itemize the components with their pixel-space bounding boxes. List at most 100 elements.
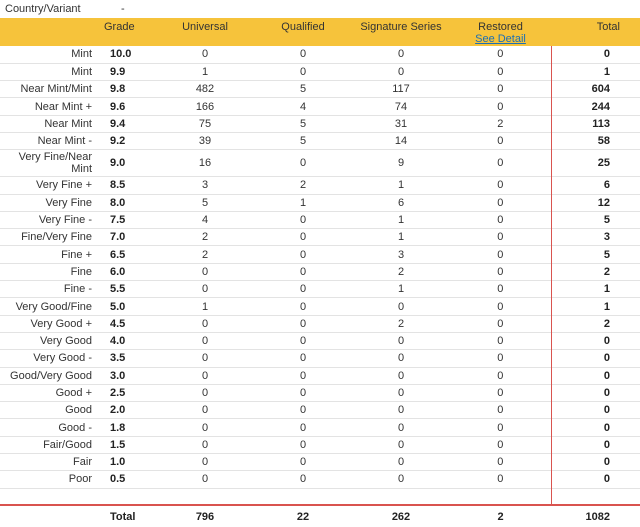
total-count: 58	[550, 132, 640, 150]
signature-series-count: 0	[397, 369, 405, 382]
totals-row: Total 796 22 262 2 1082	[0, 505, 640, 527]
signature-series-count: 0	[397, 65, 405, 78]
universal-count: 0	[201, 265, 209, 278]
grade-name: Fair	[73, 456, 92, 469]
signature-series-count: 0	[397, 386, 405, 399]
grade-value: 3.5	[110, 352, 126, 365]
restored-count: 0	[497, 473, 504, 486]
table-row: Fair/Good 1.5 0 0 0 0 0	[0, 436, 640, 454]
restored-count: 0	[497, 369, 504, 382]
qualified-count: 0	[299, 65, 307, 78]
totals-universal: 796	[195, 510, 215, 523]
restored-count: 0	[497, 456, 504, 469]
grade-value: 8.0	[110, 196, 126, 209]
signature-series-count: 0	[397, 352, 405, 365]
grade-value: 9.2	[110, 135, 126, 148]
grade-name: Fine +	[61, 248, 92, 261]
qualified-count: 0	[299, 369, 307, 382]
table-row: Very Good 4.0 0 0 0 0 0	[0, 332, 640, 350]
grade-value: 9.0	[110, 157, 126, 170]
universal-count: 0	[201, 335, 209, 348]
total-count: 1	[550, 280, 640, 298]
signature-series-count: 2	[397, 317, 405, 330]
grade-name: Fine	[70, 265, 92, 278]
universal-count: 16	[198, 157, 212, 170]
universal-count: 0	[201, 369, 209, 382]
qualified-count: 5	[299, 135, 307, 148]
restored-count: 0	[497, 386, 504, 399]
grade-name: Good -	[58, 421, 92, 434]
signature-series-count: 9	[397, 157, 405, 170]
grade-value: 5.5	[110, 283, 126, 296]
header-grade: Grade	[104, 21, 135, 33]
qualified-count: 0	[299, 421, 307, 434]
qualified-count: 0	[299, 352, 307, 365]
grade-value: 4.0	[110, 335, 126, 348]
total-count: 2	[550, 263, 640, 281]
totals-signature-series: 262	[391, 510, 411, 523]
table-row: Good - 1.8 0 0 0 0 0	[0, 418, 640, 437]
qualified-count: 1	[299, 196, 307, 209]
universal-count: 39	[198, 135, 212, 148]
table-row: Very Good/Fine 5.0 1 0 0 0 1	[0, 297, 640, 316]
universal-count: 1	[201, 65, 209, 78]
qualified-count: 4	[299, 100, 307, 113]
see-detail-link[interactable]: See Detail	[450, 33, 551, 45]
qualified-count: 0	[299, 214, 307, 227]
table-row: Near Mint + 9.6 166 4 74 0 244	[0, 97, 640, 116]
signature-series-count: 14	[394, 135, 408, 148]
universal-count: 0	[201, 404, 209, 417]
total-count: 0	[550, 367, 640, 385]
qualified-count: 0	[299, 386, 307, 399]
header-universal: Universal	[182, 21, 228, 33]
table-row: Near Mint 9.4 75 5 31 2 113	[0, 115, 640, 133]
total-count: 0	[550, 418, 640, 437]
qualified-count: 0	[299, 438, 307, 451]
signature-series-count: 1	[397, 179, 405, 192]
total-count: 1	[550, 297, 640, 316]
universal-count: 0	[201, 456, 209, 469]
qualified-count: 0	[299, 283, 307, 296]
total-count: 3	[550, 228, 640, 246]
restored-count: 0	[497, 265, 504, 278]
grade-name: Very Fine +	[36, 179, 92, 192]
table-row: Very Fine 8.0 5 1 6 0 12	[0, 194, 640, 212]
grade-value: 4.5	[110, 317, 126, 330]
separator-cell	[0, 488, 98, 507]
signature-series-count: 0	[397, 404, 405, 417]
grade-name: Fair/Good	[43, 438, 92, 451]
separator-cell	[254, 488, 352, 507]
country-variant-bar: Country/Variant -	[0, 0, 640, 18]
signature-series-count: 6	[397, 196, 405, 209]
signature-series-count: 0	[397, 335, 405, 348]
universal-count: 0	[201, 352, 209, 365]
total-count: 0	[550, 46, 640, 64]
grade-name: Very Good +	[30, 317, 92, 330]
header-restored: Restored See Detail	[450, 18, 551, 46]
universal-count: 0	[201, 317, 209, 330]
universal-count: 0	[201, 438, 209, 451]
total-count: 5	[550, 245, 640, 264]
restored-count: 0	[497, 196, 504, 209]
qualified-count: 0	[299, 231, 307, 244]
header-restored-label: Restored	[478, 21, 523, 33]
universal-count: 166	[195, 100, 215, 113]
universal-count: 0	[201, 473, 209, 486]
grade-name: Very Fine -	[38, 214, 92, 227]
grade-name: Very Good	[40, 335, 92, 348]
grade-value: 7.0	[110, 231, 126, 244]
total-count: 0	[550, 453, 640, 471]
grade-name: Very Good/Fine	[15, 300, 92, 313]
universal-count: 2	[201, 231, 209, 244]
table-row: Very Fine/Near Mint 9.0 16 0 9 0 25	[0, 149, 640, 177]
qualified-count: 0	[299, 157, 307, 170]
grade-name: Near Mint -	[37, 135, 92, 148]
grade-value: 6.0	[110, 265, 126, 278]
header-signature-series: Signature Series	[360, 21, 442, 33]
grade-name: Fine/Very Fine	[21, 231, 92, 244]
restored-count: 0	[497, 100, 504, 113]
grade-name: Near Mint	[44, 117, 92, 130]
census-table: Grade Universal Qualified Signature Seri…	[0, 18, 640, 527]
total-count: 0	[550, 436, 640, 454]
grade-name: Very Good -	[33, 352, 92, 365]
